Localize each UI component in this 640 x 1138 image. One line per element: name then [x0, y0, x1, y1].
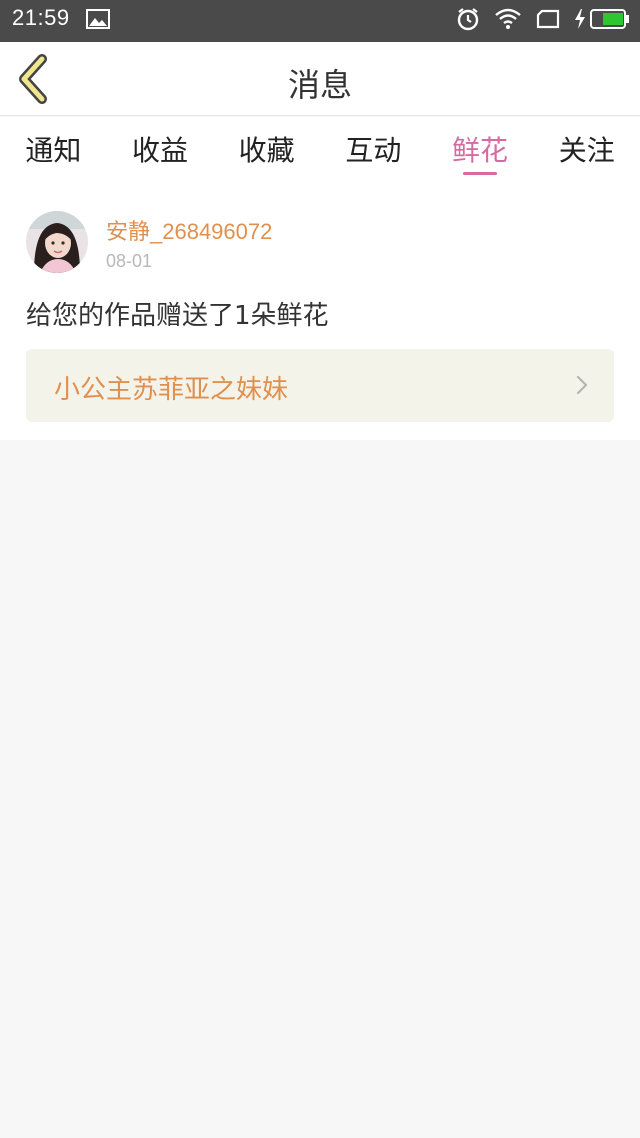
status-time: 21:59 — [12, 5, 70, 30]
status-bar: 21:59 — [0, 0, 640, 42]
tab-following[interactable]: 关注 — [533, 117, 640, 181]
battery-icon — [590, 8, 630, 34]
wifi-icon — [494, 8, 522, 34]
tab-label: 通知 — [25, 134, 82, 167]
notification-item: 安静_268496072 08-01 给您的作品赠送了1朵鲜花 小公主苏菲亚之妹… — [0, 181, 640, 440]
sim-icon — [536, 9, 560, 33]
tab-flowers[interactable]: 鲜花 — [427, 117, 534, 181]
alarm-icon — [456, 7, 480, 35]
tab-label: 关注 — [558, 134, 615, 167]
tab-label: 收藏 — [238, 134, 295, 167]
active-tab-indicator — [463, 172, 498, 175]
tab-label: 收益 — [132, 134, 189, 167]
avatar[interactable] — [26, 211, 88, 273]
notification-date: 08-01 — [106, 251, 153, 271]
page-title: 消息 — [287, 66, 352, 104]
tab-favorites[interactable]: 收藏 — [213, 117, 320, 181]
sender-username[interactable]: 安静_268496072 — [106, 214, 272, 246]
tab-interactions[interactable]: 互动 — [320, 117, 427, 181]
notification-message: 给您的作品赠送了1朵鲜花 — [26, 301, 329, 331]
tab-bar: 通知 收益 收藏 互动 鲜花 关注 — [0, 117, 640, 181]
nav-bar: 消息 — [0, 42, 640, 116]
tab-label: 鲜花 — [452, 134, 509, 167]
work-link-card[interactable]: 小公主苏菲亚之妹妹 — [26, 349, 614, 422]
work-title: 小公主苏菲亚之妹妹 — [54, 375, 289, 405]
tab-earnings[interactable]: 收益 — [107, 117, 214, 181]
gallery-icon — [86, 9, 110, 33]
chevron-right-icon — [576, 375, 588, 399]
tab-notifications[interactable]: 通知 — [0, 117, 107, 181]
tab-label: 互动 — [345, 134, 402, 167]
charging-icon — [574, 8, 586, 34]
